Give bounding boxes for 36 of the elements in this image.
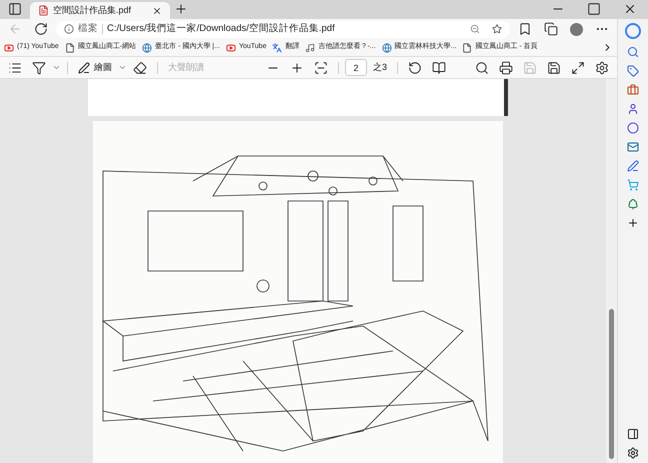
info-icon xyxy=(64,24,74,34)
caret-icon[interactable] xyxy=(52,63,61,72)
music-icon xyxy=(305,42,316,52)
page-icon xyxy=(462,42,472,52)
page-number-field[interactable]: 2 xyxy=(345,59,367,76)
caret-icon[interactable] xyxy=(118,63,127,72)
globe-icon xyxy=(142,42,152,52)
close-icon[interactable] xyxy=(152,6,162,16)
person-icon[interactable] xyxy=(627,103,639,115)
zoom-out-icon[interactable] xyxy=(470,24,480,34)
page-total: 之3 xyxy=(372,60,388,74)
address-url: C:/Users/我們這一家/Downloads/空間設計作品集.pdf xyxy=(107,22,336,36)
youtube-icon xyxy=(226,42,236,52)
scrollbar-thumb[interactable] xyxy=(609,309,614,459)
tree-icon[interactable] xyxy=(627,198,639,210)
add-icon[interactable] xyxy=(627,217,639,229)
favorite-icon[interactable] xyxy=(492,24,502,34)
address-label: 檔案 xyxy=(78,22,98,36)
mail-icon[interactable] xyxy=(627,141,639,153)
briefcase-icon[interactable] xyxy=(627,84,639,96)
translate-icon xyxy=(272,42,282,52)
pdf-file-icon xyxy=(38,5,49,16)
profile-avatar[interactable] xyxy=(570,22,583,36)
address-bar[interactable]: 檔案 C:/Users/我們這一家/Downloads/空間設計作品集.pdf xyxy=(56,20,510,38)
browser-tab[interactable]: 空間設計作品集.pdf xyxy=(30,2,170,19)
settings-icon[interactable] xyxy=(627,447,639,459)
pen-icon xyxy=(78,62,90,74)
draw-button[interactable]: 繪圖 xyxy=(74,58,116,76)
youtube-icon xyxy=(4,42,14,52)
sidebar-toggle-icon[interactable] xyxy=(627,428,639,440)
tab-title: 空間設計作品集.pdf xyxy=(53,4,132,17)
page-icon xyxy=(64,42,75,52)
tag-icon[interactable] xyxy=(627,65,639,77)
circle-icon[interactable] xyxy=(627,122,639,134)
globe-icon xyxy=(382,42,392,52)
pen-icon[interactable] xyxy=(627,160,639,172)
